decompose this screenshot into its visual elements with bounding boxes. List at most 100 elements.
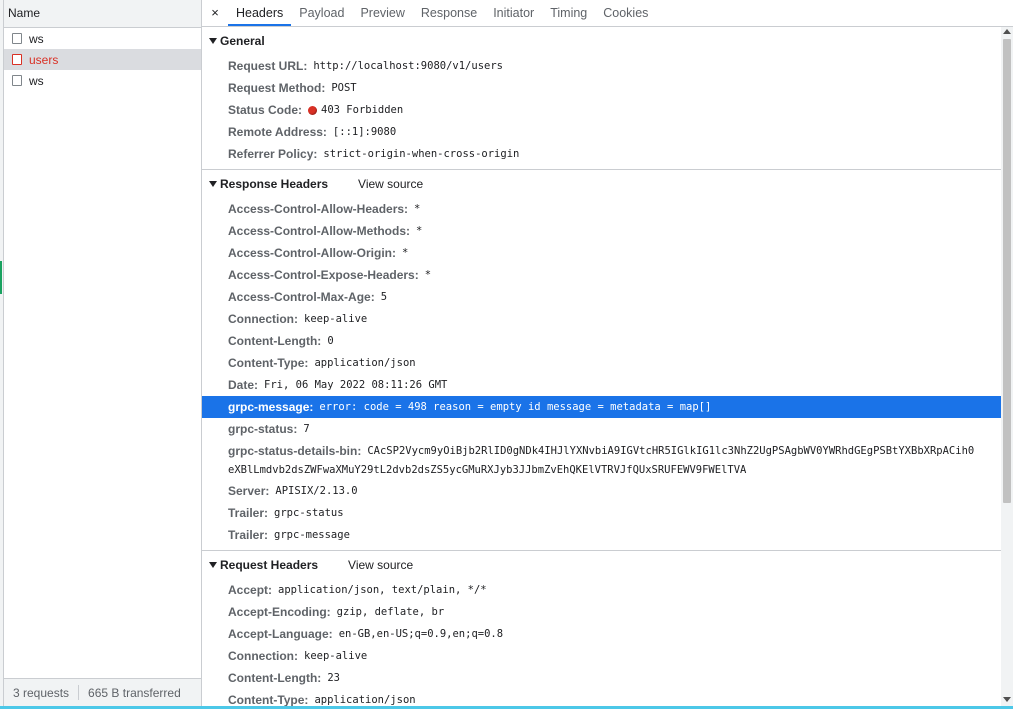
name-column-header[interactable]: Name — [4, 0, 201, 28]
tab-headers[interactable]: Headers — [228, 0, 292, 26]
error-status-icon — [308, 105, 318, 115]
header-key: Connection: — [228, 312, 298, 326]
header-row[interactable]: Access-Control-Allow-Origin: * — [202, 242, 1001, 264]
header-row[interactable]: Date: Fri, 06 May 2022 08:11:26 GMT — [202, 374, 1001, 396]
general-section-header[interactable]: General — [202, 27, 1001, 55]
header-row[interactable]: Access-Control-Allow-Methods: * — [202, 220, 1001, 242]
request-row-ws-2[interactable]: ws — [4, 70, 201, 91]
header-row[interactable]: Content-Type: application/json — [202, 689, 1001, 706]
header-value: grpc-status — [274, 507, 344, 519]
header-value-continued: eXBlLmdvb2dsZWFwaXMuY29tL2dvb2dsZS5ycGMu… — [228, 464, 747, 476]
expand-triangle-icon — [209, 181, 217, 187]
header-value: 5 — [380, 291, 388, 303]
header-value: keep-alive — [304, 650, 368, 662]
close-icon[interactable]: × — [202, 0, 228, 26]
request-count: 3 requests — [13, 685, 70, 700]
scroll-up-arrow-icon[interactable] — [1003, 29, 1011, 34]
header-row[interactable]: Access-Control-Max-Age: 5 — [202, 286, 1001, 308]
tab-payload[interactable]: Payload — [291, 0, 352, 26]
header-value: application/json, text/plain, */* — [278, 584, 487, 596]
header-row[interactable]: Access-Control-Allow-Headers: * — [202, 198, 1001, 220]
header-row[interactable]: Connection: keep-alive — [202, 308, 1001, 330]
network-summary-bar: 3 requests 665 B transferred — [4, 678, 201, 706]
header-key: Status Code: — [228, 103, 303, 117]
header-key: Connection: — [228, 649, 298, 663]
header-row[interactable]: Content-Length: 0 — [202, 330, 1001, 352]
header-value: http://localhost:9080/v1/users — [313, 60, 503, 72]
request-row-ws-1[interactable]: ws — [4, 28, 201, 49]
vertical-scrollbar[interactable] — [1001, 27, 1013, 706]
header-row[interactable]: Accept: application/json, text/plain, */… — [202, 579, 1001, 601]
header-key: Access-Control-Max-Age: — [228, 290, 375, 304]
header-key: Request Method: — [228, 81, 326, 95]
header-value: application/json — [314, 694, 416, 706]
request-list-panel: Name ws users ws 3 requests 665 B transf… — [4, 0, 202, 706]
transferred-size: 665 B transferred — [88, 685, 181, 700]
tab-cookies[interactable]: Cookies — [595, 0, 656, 26]
header-row[interactable]: Trailer: grpc-message — [202, 524, 1001, 546]
header-value: en-GB,en-US;q=0.9,en;q=0.8 — [338, 628, 504, 640]
tab-initiator[interactable]: Initiator — [485, 0, 542, 26]
tab-timing[interactable]: Timing — [542, 0, 595, 26]
header-row-selected[interactable]: grpc-message: error: code = 498 reason =… — [202, 396, 1001, 418]
header-key: grpc-status-details-bin: — [228, 444, 362, 458]
header-key: Content-Type: — [228, 693, 309, 706]
document-icon — [12, 75, 22, 86]
scroll-down-arrow-icon[interactable] — [1003, 697, 1011, 702]
header-row[interactable]: grpc-status-details-bin: CAcSP2Vycm9yOiB… — [202, 440, 1001, 480]
header-value: grpc-message — [274, 529, 350, 541]
header-value: * — [402, 247, 409, 259]
header-key: Access-Control-Allow-Headers: — [228, 202, 409, 216]
section-title: General — [220, 34, 265, 48]
header-row[interactable]: Access-Control-Expose-Headers: * — [202, 264, 1001, 286]
header-value: 0 — [327, 335, 334, 347]
response-headers-section-header[interactable]: Response Headers View source — [202, 170, 1001, 198]
tab-response[interactable]: Response — [413, 0, 485, 26]
header-value: * — [414, 203, 421, 215]
header-value: APISIX/2.13.0 — [275, 485, 358, 497]
header-key: Date: — [228, 378, 259, 392]
request-name: users — [29, 52, 59, 67]
header-row[interactable]: Status Code: 403 Forbidden — [202, 99, 1001, 121]
header-row[interactable]: Trailer: grpc-status — [202, 502, 1001, 524]
header-key: Content-Type: — [228, 356, 309, 370]
section-title: Response Headers — [220, 177, 329, 191]
header-key: Accept-Encoding: — [228, 605, 331, 619]
header-key: grpc-status: — [228, 422, 298, 436]
view-source-link[interactable]: View source — [358, 177, 423, 191]
header-value: Fri, 06 May 2022 08:11:26 GMT — [264, 379, 448, 391]
header-row[interactable]: Request URL: http://localhost:9080/v1/us… — [202, 55, 1001, 77]
request-name: ws — [29, 31, 44, 46]
header-key: grpc-message: — [228, 400, 314, 414]
header-key: Access-Control-Expose-Headers: — [228, 268, 419, 282]
header-key: Accept-Language: — [228, 627, 333, 641]
header-row[interactable]: Content-Type: application/json — [202, 352, 1001, 374]
header-row[interactable]: grpc-status: 7 — [202, 418, 1001, 440]
header-value: * — [416, 225, 423, 237]
header-key: Access-Control-Allow-Methods: — [228, 224, 411, 238]
header-key: Content-Length: — [228, 671, 322, 685]
header-row[interactable]: Content-Length: 23 — [202, 667, 1001, 689]
header-row[interactable]: Server: APISIX/2.13.0 — [202, 480, 1001, 502]
header-value: 23 — [327, 672, 340, 684]
header-row[interactable]: Request Method: POST — [202, 77, 1001, 99]
header-row[interactable]: Remote Address: [::1]:9080 — [202, 121, 1001, 143]
header-row[interactable]: Accept-Encoding: gzip, deflate, br — [202, 601, 1001, 623]
header-value: CAcSP2Vycm9yOiBjb2RlID0gNDk4IHJlYXNvbiA9… — [367, 445, 975, 457]
header-value: * — [424, 269, 432, 281]
header-row[interactable]: Accept-Language: en-GB,en-US;q=0.9,en;q=… — [202, 623, 1001, 645]
section-title: Request Headers — [220, 558, 319, 572]
header-value: error: code = 498 reason = empty id mess… — [319, 401, 712, 413]
resize-marker — [0, 261, 2, 294]
header-key: Trailer: — [228, 528, 269, 542]
request-headers-section-header[interactable]: Request Headers View source — [202, 551, 1001, 579]
request-detail-panel: × Headers Payload Preview Response Initi… — [202, 0, 1013, 706]
header-row[interactable]: Connection: keep-alive — [202, 645, 1001, 667]
scrollbar-thumb[interactable] — [1003, 39, 1011, 503]
document-icon — [12, 33, 22, 44]
header-row[interactable]: Referrer Policy: strict-origin-when-cros… — [202, 143, 1001, 165]
request-row-users[interactable]: users — [4, 49, 201, 70]
headers-content: General Request URL: http://localhost:90… — [202, 27, 1001, 706]
tab-preview[interactable]: Preview — [352, 0, 412, 26]
view-source-link[interactable]: View source — [348, 558, 413, 572]
